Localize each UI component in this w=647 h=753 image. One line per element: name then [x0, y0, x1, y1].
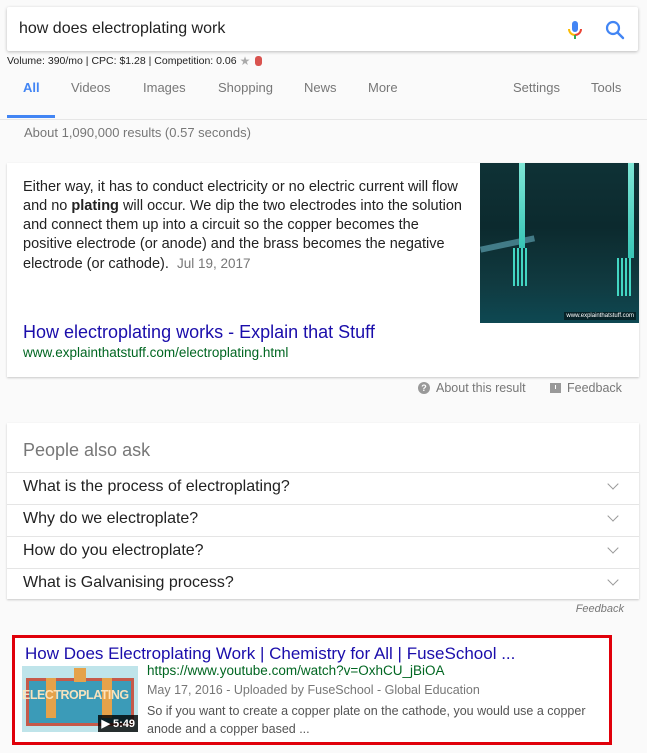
snippet-date: Jul 19, 2017 — [176, 256, 251, 271]
snippet-title-link[interactable]: How electroplating works - Explain that … — [23, 322, 375, 343]
paa-question[interactable]: Why do we electroplate? — [7, 504, 639, 536]
chevron-down-icon — [607, 574, 619, 586]
about-this-result-button[interactable]: ? About this result — [418, 381, 526, 395]
video-thumbnail[interactable]: ELECTROPLATING ▶ 5:49 — [22, 666, 138, 732]
tab-images[interactable]: Images — [143, 80, 186, 95]
search-input[interactable] — [19, 17, 539, 41]
paa-question-text: What is Galvanising process? — [23, 574, 234, 591]
video-result: How Does Electroplating Work | Chemistry… — [12, 635, 612, 745]
video-meta: May 17, 2016 - Uploaded by FuseSchool - … — [147, 683, 480, 697]
snippet-url: www.explainthatstuff.com/electroplating.… — [23, 345, 289, 360]
paa-question-text: What is the process of electroplating? — [23, 478, 290, 495]
results-stats: About 1,090,000 results (0.57 seconds) — [24, 125, 251, 140]
tab-shopping[interactable]: Shopping — [218, 80, 273, 95]
snippet-bold-term: plating — [71, 198, 119, 214]
snippet-text: Either way, it has to conduct electricit… — [23, 178, 463, 274]
star-icon[interactable]: ★ — [240, 54, 251, 68]
help-icon: ? — [418, 382, 430, 394]
chevron-down-icon — [607, 542, 619, 554]
keyword-stats: Volume: 390/mo | CPC: $1.28 | Competitio… — [7, 54, 263, 68]
paa-question-text: How do you electroplate? — [23, 542, 204, 559]
fork-tines — [617, 258, 631, 296]
tab-videos[interactable]: Videos — [71, 80, 111, 95]
chevron-down-icon — [607, 510, 619, 522]
snippet-feedback-button[interactable]: Feedback — [550, 381, 622, 395]
snippet-image[interactable]: www.explainthatstuff.com — [480, 163, 639, 323]
paa-feedback-link[interactable]: Feedback — [576, 603, 624, 615]
paa-question[interactable]: How do you electroplate? — [7, 536, 639, 568]
paa-question[interactable]: What is the process of electroplating? — [7, 472, 639, 504]
video-duration: ▶ 5:49 — [98, 715, 138, 732]
chevron-down-icon — [607, 478, 619, 490]
paa-heading: People also ask — [23, 440, 151, 460]
feedback-icon — [550, 383, 561, 393]
tab-more[interactable]: More — [368, 80, 398, 95]
about-this-result-label: About this result — [436, 381, 526, 395]
video-title-link[interactable]: How Does Electroplating Work | Chemistry… — [25, 644, 515, 664]
active-tab-indicator — [7, 115, 55, 118]
video-description: So if you want to create a copper plate … — [147, 704, 586, 736]
tab-all[interactable]: All — [23, 80, 40, 95]
search-icon[interactable] — [603, 18, 627, 42]
fork-handle — [519, 163, 525, 248]
thumbnail-label: ELECTROPLATING — [22, 688, 129, 702]
tab-news[interactable]: News — [304, 80, 337, 95]
image-watermark: www.explainthatstuff.com — [564, 312, 636, 320]
tab-tools[interactable]: Tools — [591, 80, 621, 95]
thumbnail-graphic — [74, 668, 86, 682]
video-url: https://www.youtube.com/watch?v=OxhCU_jB… — [147, 663, 445, 678]
search-box — [7, 7, 638, 51]
paa-question-text: Why do we electroplate? — [23, 510, 199, 527]
tab-settings[interactable]: Settings — [513, 80, 560, 95]
paa-question[interactable]: What is Galvanising process? — [7, 568, 639, 600]
database-icon[interactable] — [255, 56, 263, 66]
people-also-ask: People also ask What is the process of e… — [7, 423, 639, 599]
search-tabs: All Videos Images Shopping News More Set… — [0, 70, 647, 120]
fork-tines — [513, 248, 527, 286]
fork-handle — [628, 163, 634, 258]
keyword-stats-text: Volume: 390/mo | CPC: $1.28 | Competitio… — [7, 55, 237, 67]
feedback-label: Feedback — [567, 381, 622, 395]
featured-snippet: Either way, it has to conduct electricit… — [7, 163, 639, 377]
microphone-icon[interactable] — [563, 18, 587, 42]
